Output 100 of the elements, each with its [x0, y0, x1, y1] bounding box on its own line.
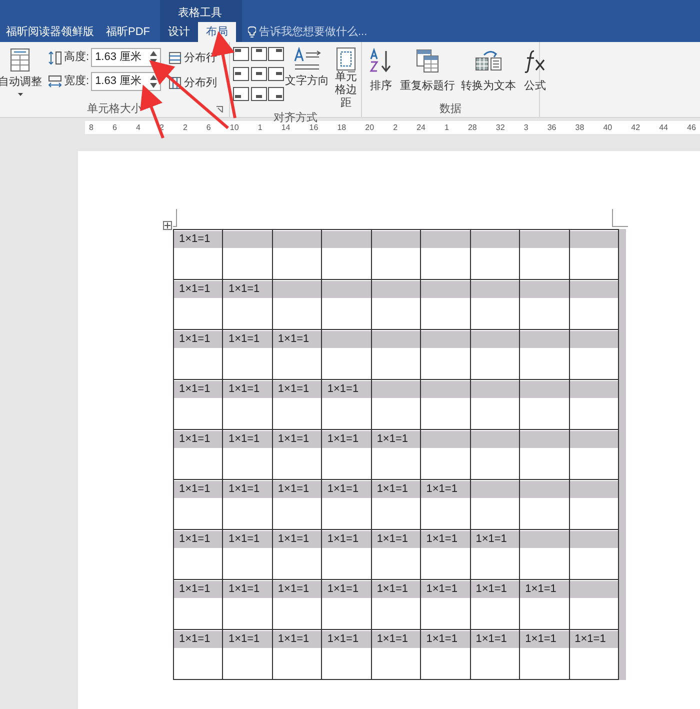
ruler-number: 2	[182, 122, 188, 134]
ruler-number: 28	[468, 122, 477, 134]
sort-button[interactable]: 排序	[368, 48, 394, 101]
cell-text: 1×1=1	[278, 632, 310, 648]
ruler-number: 38	[575, 122, 584, 134]
cell-text: 1×1=1	[476, 532, 507, 548]
ruler-number: 6	[206, 122, 211, 134]
ribbon-tab[interactable]: 福昕阅读器领鲜版	[0, 22, 96, 42]
group-label: 数据	[440, 102, 462, 117]
ruler-number: 2	[393, 122, 398, 134]
cell-text: 1×1=1	[426, 582, 458, 598]
convert-button[interactable]: 转换为文本	[461, 48, 516, 101]
cell-text: 1×1=1	[426, 482, 458, 498]
cell-alignment-icon[interactable]	[250, 67, 267, 81]
field-label: 宽度:	[64, 74, 90, 90]
ruler-number: 10	[230, 122, 239, 134]
ruler-number: 16	[309, 122, 318, 134]
cell-text: 1×1=1	[278, 382, 310, 398]
ruler-number: 32	[496, 122, 505, 134]
lightbulb-icon	[248, 26, 256, 38]
cell-text: 1×1=1	[228, 532, 260, 548]
field-label: 高度:	[64, 50, 90, 66]
cell-alignment-icon[interactable]	[233, 47, 249, 61]
cell-alignment-icon[interactable]	[268, 47, 284, 61]
cell-text: 1×1=1	[376, 632, 408, 648]
dropdown-caret-icon	[18, 92, 22, 96]
cell-text: 1×1=1	[327, 382, 359, 398]
cell-alignment-icon[interactable]	[250, 47, 267, 61]
ruler-number: 4	[136, 122, 140, 134]
cell-text: 1×1=1	[228, 582, 260, 598]
cell-text: 1×1=1	[179, 632, 210, 648]
repeat-button[interactable]: 重复标题行	[400, 48, 455, 101]
corner-mark	[173, 209, 177, 227]
cell-text: 1×1=1	[327, 632, 359, 648]
corner-mark	[612, 209, 628, 227]
cell-text: 1×1=1	[179, 332, 210, 348]
cell-text: 1×1=1	[228, 282, 260, 298]
ruler-number: 8	[89, 122, 94, 134]
table-move-handle-icon[interactable]	[163, 221, 172, 230]
cell-text: 1×1=1	[327, 432, 359, 448]
formula-button[interactable]: 公式	[522, 48, 548, 101]
cell-text: 1×1=1	[426, 532, 458, 548]
cell-text: 1×1=1	[228, 432, 260, 448]
ruler-number: 40	[603, 122, 612, 134]
ruler-number: 18	[337, 122, 346, 134]
column-width-icon	[48, 74, 62, 88]
row-height-icon	[48, 50, 62, 64]
cell-text: 1×1=1	[574, 632, 606, 648]
ruler-number: 36	[547, 122, 556, 134]
cell-text: 1×1=1	[278, 532, 310, 548]
cell-text: 1×1=1	[376, 582, 408, 598]
tell-me-field[interactable]: 告诉我您想要做什么...	[236, 22, 396, 42]
cell-text: 1×1=1	[228, 482, 260, 498]
cell-text: 1×1=1	[179, 232, 210, 248]
ruler-number: 24	[416, 122, 426, 134]
cell-text: 1×1=1	[278, 482, 310, 498]
ruler-number: 46	[687, 122, 696, 134]
ribbon-tab[interactable]: 设计	[160, 22, 198, 42]
cell-text: 1×1=1	[179, 282, 210, 298]
distribute-columns-button[interactable]: 分布列	[169, 74, 218, 91]
cell-text: 1×1=1	[228, 332, 260, 348]
ruler-number: 1	[444, 122, 449, 134]
distribute-rows-icon	[169, 52, 182, 64]
cell-text: 1×1=1	[376, 532, 408, 548]
cell-margins-icon	[336, 47, 356, 71]
cell-text: 1×1=1	[179, 532, 210, 548]
cell-text: 1×1=1	[476, 582, 507, 598]
distribute-columns-icon	[169, 76, 182, 89]
cell-text: 1×1=1	[278, 432, 310, 448]
contextual-tab-label: 表格工具	[178, 6, 222, 21]
cell-alignment-icon[interactable]	[233, 87, 249, 101]
ribbon-tab[interactable]: 福昕PDF	[96, 22, 160, 42]
cell-text: 1×1=1	[376, 432, 408, 448]
cell-text: 1×1=1	[327, 532, 359, 548]
cell-alignment-icon[interactable]	[250, 87, 267, 101]
cell-text: 1×1=1	[179, 432, 210, 448]
ruler-number: 42	[631, 122, 640, 134]
ruler-number: 1	[258, 122, 262, 134]
autofit-icon	[10, 48, 30, 72]
measure-field[interactable]: 1.63 厘米	[91, 72, 162, 91]
repeat-header-rows-icon	[414, 48, 440, 74]
cell-text: 1×1=1	[426, 632, 458, 648]
cell-text: 1×1=1	[327, 482, 359, 498]
ruler-number: 20	[365, 122, 374, 134]
dialog-launcher-icon[interactable]	[216, 106, 223, 112]
cell-margins-button[interactable]: 单元格边距	[331, 47, 361, 110]
measure-field[interactable]: 1.63 厘米	[91, 48, 162, 67]
cell-alignment-icon[interactable]	[233, 67, 249, 81]
cell-text: 1×1=1	[278, 582, 310, 598]
cell-alignment-icon[interactable]	[268, 87, 284, 101]
cell-text: 1×1=1	[179, 382, 210, 398]
cell-alignment-icon[interactable]	[268, 67, 284, 81]
cell-text: 1×1=1	[525, 632, 556, 648]
cell-text: 1×1=1	[228, 632, 260, 648]
cell-text: 1×1=1	[179, 582, 210, 598]
cell-text: 1×1=1	[179, 482, 210, 498]
spinner-icon	[149, 75, 158, 88]
cell-text: 1×1=1	[327, 582, 359, 598]
cell-text: 1×1=1	[278, 332, 310, 348]
text-direction-button[interactable]: 文字方向	[287, 47, 327, 110]
